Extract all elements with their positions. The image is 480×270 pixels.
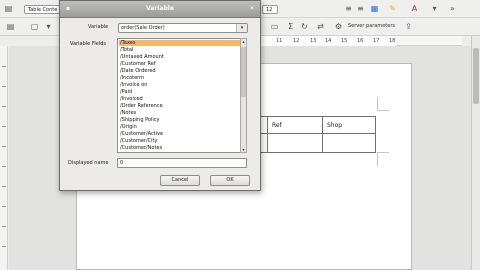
paragraph-style-value: Table Conte (28, 7, 58, 13)
variable-fields-list[interactable]: /Taxes/Total/Untaxed Amount/Customer Ref… (117, 38, 246, 153)
vertical-ruler (0, 46, 8, 270)
ruler-number: 17 (373, 38, 380, 44)
dialog-title: Variable (146, 5, 174, 12)
table-header-shop[interactable]: Shop (322, 116, 376, 134)
ruler-number: 18 (389, 38, 396, 44)
ruler-number: 16 (357, 38, 364, 44)
displayed-name-label: Displayed name (68, 160, 109, 166)
ruler-number: 12 (293, 38, 300, 44)
ruler-number: 11 (276, 38, 283, 44)
fields-list-item[interactable]: /Incoterm (120, 75, 144, 81)
ruler-number: 15 (341, 38, 348, 44)
scrollbar-thumb[interactable] (241, 47, 246, 97)
ruler-number: 13 (310, 38, 317, 44)
fields-list-item[interactable]: /Customer Ref (120, 61, 156, 67)
more-options-icon[interactable]: ▾ (430, 4, 439, 13)
fields-list-item[interactable]: /Taxes (120, 40, 135, 46)
displayed-name-value: 0 (120, 160, 124, 166)
fields-list-item[interactable]: /Date Ordered (120, 68, 156, 74)
table-header-ref[interactable]: Ref (267, 116, 323, 134)
variable-fields-label: Variable Fields (70, 41, 106, 47)
fields-list-item[interactable]: /Paid (120, 89, 132, 95)
fields-list-item[interactable]: /Invoiced (120, 96, 143, 102)
crop-mark (377, 110, 389, 111)
variable-select[interactable]: order(Sale Order) ▾ (118, 23, 248, 33)
document-icon[interactable]: ▤ (4, 4, 13, 13)
scroll-down-icon[interactable]: ▾ (241, 147, 246, 152)
fields-list-item[interactable]: /Invoice on (120, 82, 147, 88)
fields-list-item[interactable]: /Order Reference (120, 103, 163, 109)
crop-mark (377, 152, 389, 153)
dialog-titlebar[interactable]: ▪ Variable ✕ (60, 1, 260, 18)
fields-list-item[interactable]: /Notes (120, 110, 136, 116)
field-icon[interactable]: ▭ (270, 22, 279, 31)
align-left-icon[interactable]: ≡ (344, 4, 353, 13)
translate-icon[interactable]: ⇄ (316, 22, 325, 31)
document-scrollbar[interactable] (471, 36, 480, 270)
table-cell[interactable] (322, 133, 376, 153)
font-size-value: 12 (266, 7, 273, 13)
align-right-icon[interactable]: ≡ (356, 4, 365, 13)
loop-icon[interactable]: ↻ (300, 22, 309, 31)
fields-list-item[interactable]: /Untaxed Amount (120, 54, 164, 60)
server-parameters-button[interactable]: Server parameters (348, 22, 395, 31)
displayed-name-input[interactable]: 0 (117, 158, 247, 168)
scroll-right-icon[interactable]: » (448, 4, 457, 13)
send-to-server-icon[interactable]: ⇪ (404, 22, 413, 31)
scroll-up-icon[interactable]: ▴ (241, 39, 246, 44)
crop-mark (377, 152, 378, 166)
variable-dialog: ▪ Variable ✕ Variable order(Sale Order) … (59, 0, 261, 191)
ruler-number: 14 (325, 38, 332, 44)
horizontal-ruler: 10 11 12 13 14 15 16 17 18 (250, 36, 462, 46)
fields-list-scrollbar[interactable]: ▴ ▾ (240, 38, 247, 153)
server-icon[interactable]: ⚙ (334, 22, 343, 31)
close-icon[interactable]: ✕ (248, 5, 256, 13)
fields-list-item[interactable]: /Customer/Notes (120, 145, 162, 151)
fields-list-item[interactable]: /Shipping Policy (120, 117, 159, 123)
chevron-down-icon[interactable]: ▾ (44, 22, 53, 31)
highlight-icon[interactable]: ✎ (388, 4, 397, 13)
font-color-icon[interactable]: A (410, 4, 419, 13)
variable-select-value: order(Sale Order) (121, 25, 165, 31)
fields-list-item[interactable]: /Customer/Active (120, 131, 163, 137)
expression-icon[interactable]: Σ (286, 22, 295, 31)
crop-mark (377, 97, 378, 111)
table-icon[interactable]: ▤ (6, 22, 15, 31)
selected-row-highlight (119, 40, 244, 46)
chevron-down-icon[interactable]: ▾ (236, 24, 247, 32)
table-cell[interactable] (267, 133, 323, 153)
cancel-button[interactable]: Cancel (160, 175, 200, 186)
fields-list-item[interactable]: /Customer/City (120, 138, 157, 144)
variable-label: Variable (88, 24, 109, 30)
frame-icon[interactable]: ▢ (30, 22, 39, 31)
paragraph-style-combo[interactable]: Table Conte (24, 5, 60, 14)
fields-list-item[interactable]: /Origin (120, 124, 137, 130)
scrollbar-thumb[interactable] (473, 48, 479, 104)
fields-list-item[interactable]: /Total (120, 47, 133, 53)
ok-button[interactable]: OK (210, 175, 250, 186)
list-icon[interactable]: ▦ (370, 4, 379, 13)
font-size-combo[interactable]: 12 (262, 5, 278, 14)
